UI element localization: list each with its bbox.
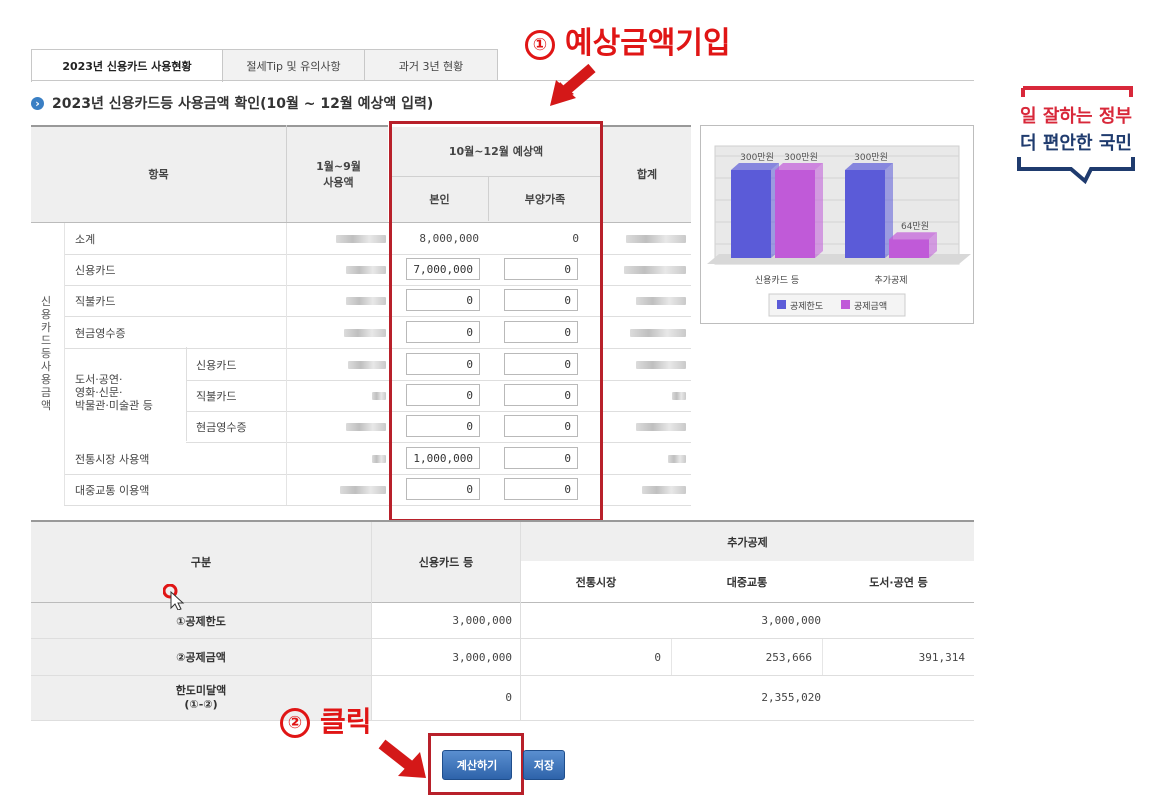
redacted-jan-sep-value bbox=[346, 266, 386, 274]
redacted-total-value bbox=[626, 235, 686, 243]
mouse-cursor-icon bbox=[163, 584, 185, 610]
chart-category-label: 추가공제 bbox=[874, 275, 907, 286]
usage-row-label: 신용카드 bbox=[75, 263, 116, 277]
lower-header-culture: 도서·공연 등 bbox=[823, 562, 974, 602]
row-amount-transit: 253,666 bbox=[765, 651, 812, 664]
legend-label: 공제금액 bbox=[854, 300, 887, 312]
chart-bar bbox=[731, 170, 771, 258]
tab-2023-card-status[interactable]: 2023년 신용카드 사용현황 bbox=[31, 49, 223, 82]
annotation-step1: ① 예상금액기입 bbox=[525, 18, 731, 62]
redacted-jan-sep-value bbox=[336, 235, 386, 243]
highlight-box-input bbox=[389, 121, 603, 522]
usage-row-label: 전통시장 사용액 bbox=[75, 452, 150, 466]
redacted-total-value bbox=[668, 455, 686, 463]
redacted-jan-sep-value bbox=[340, 486, 386, 494]
lower-header-market: 전통시장 bbox=[521, 562, 671, 602]
row-amount-label: ②공제금액 bbox=[31, 639, 371, 675]
side-label: 신용카드등 사용금액 bbox=[40, 295, 52, 412]
tab-tax-tips[interactable]: 절세Tip 및 유의사항 bbox=[222, 49, 365, 81]
legend-label: 공제한도 bbox=[790, 301, 823, 312]
usage-row-label: 대중교통 이용액 bbox=[75, 483, 150, 497]
redacted-jan-sep-value bbox=[344, 329, 386, 337]
legend-swatch bbox=[841, 300, 850, 309]
chart-bar bbox=[845, 170, 885, 258]
row-shortfall-credit: 0 bbox=[505, 691, 512, 704]
section-bullet-icon: › bbox=[31, 96, 44, 110]
usage-row-label: 현금영수증 bbox=[196, 420, 247, 434]
row-amount-credit: 3,000,000 bbox=[452, 651, 512, 664]
redacted-total-value bbox=[672, 392, 686, 400]
chart-bar bbox=[889, 239, 929, 258]
redacted-jan-sep-value bbox=[372, 455, 386, 463]
redacted-total-value bbox=[636, 361, 686, 369]
row-shortfall-additional: 2,355,020 bbox=[761, 691, 821, 704]
chart-bar-top bbox=[889, 232, 937, 240]
chart-bar bbox=[775, 170, 815, 258]
header-item: 항목 bbox=[148, 167, 169, 181]
gov-slogan-logo: 일 잘하는 정부 더 편안한 국민 bbox=[1005, 85, 1147, 185]
chart-data-label: 64만원 bbox=[901, 221, 929, 232]
chart-canvas: 300만원 300만원신용카드 등 300만원 64만원추가공제공제한도 공제금액 bbox=[707, 145, 971, 317]
header-jan-sep: 1월~9월 사용액 bbox=[316, 159, 361, 189]
section-title-text: 2023년 신용카드등 사용금액 확인(10월 ~ 12월 예상액 입력) bbox=[52, 96, 434, 112]
chart-bar-top bbox=[845, 163, 893, 170]
deduction-chart: 300만원 300만원신용카드 등 300만원 64만원추가공제공제한도 공제금액 bbox=[700, 125, 974, 324]
gov-line2: 더 편안한 국민 bbox=[1020, 133, 1132, 154]
step1-number: ① bbox=[525, 29, 555, 60]
culture-group-label: 도서·공연· 영화·신문· 박물관·미술관 등 bbox=[75, 373, 153, 412]
lower-header-credit: 신용카드 등 bbox=[372, 522, 520, 602]
usage-row-label: 현금영수증 bbox=[75, 326, 126, 340]
redacted-total-value bbox=[636, 423, 686, 431]
chart-bar-side bbox=[815, 163, 823, 258]
chart-data-label: 300만원 bbox=[784, 152, 818, 163]
arrow-down-left-icon bbox=[550, 63, 596, 106]
annotation-step2: ② 클릭 bbox=[280, 700, 372, 740]
usage-row-label: 소계 bbox=[75, 232, 96, 246]
gov-line1: 일 잘하는 정부 bbox=[1020, 106, 1132, 127]
tab-divider bbox=[31, 80, 974, 81]
row-amount-market: 0 bbox=[654, 651, 661, 664]
redacted-total-value bbox=[636, 297, 686, 305]
section-title: › 2023년 신용카드등 사용금액 확인(10월 ~ 12월 예상액 입력) bbox=[31, 93, 433, 113]
lower-header-category: 구분 bbox=[31, 522, 371, 602]
row-limit-credit: 3,000,000 bbox=[452, 614, 512, 627]
chart-bar-top bbox=[731, 163, 779, 170]
row-amount-culture: 391,314 bbox=[918, 651, 965, 664]
header-total: 합계 bbox=[636, 167, 658, 181]
row-limit-label: ①공제한도 bbox=[31, 603, 371, 638]
tab-past-3-years[interactable]: 과거 3년 현황 bbox=[364, 49, 498, 81]
step1-text: 예상금액기입 bbox=[565, 26, 731, 61]
save-button[interactable]: 저장 bbox=[523, 750, 565, 780]
redacted-jan-sep-value bbox=[372, 392, 386, 400]
redacted-jan-sep-value bbox=[346, 423, 386, 431]
lower-header-transit: 대중교통 bbox=[672, 562, 822, 602]
usage-row-label: 직불카드 bbox=[196, 389, 237, 403]
tab-bar: 2023년 신용카드 사용현황 절세Tip 및 유의사항 과거 3년 현황 bbox=[31, 49, 498, 82]
chart-bar-top bbox=[775, 163, 823, 170]
redacted-jan-sep-value bbox=[348, 361, 386, 369]
step2-number: ② bbox=[280, 708, 310, 738]
usage-row-label: 신용카드 bbox=[196, 358, 237, 372]
step2-text: 클릭 bbox=[320, 705, 372, 738]
calculate-button[interactable]: 계산하기 bbox=[442, 750, 512, 780]
chart-category-label: 신용카드 등 bbox=[755, 275, 799, 286]
redacted-total-value bbox=[624, 266, 686, 274]
redacted-jan-sep-value bbox=[346, 297, 386, 305]
usage-row-label: 직불카드 bbox=[75, 294, 116, 308]
redacted-total-value bbox=[642, 486, 686, 494]
redacted-total-value bbox=[630, 329, 686, 337]
legend-swatch bbox=[777, 300, 786, 309]
chart-data-label: 300만원 bbox=[740, 152, 774, 163]
arrow-down-right-icon bbox=[378, 739, 426, 778]
chart-data-label: 300만원 bbox=[854, 152, 888, 163]
row-limit-additional: 3,000,000 bbox=[761, 614, 821, 627]
lower-header-additional: 추가공제 bbox=[521, 522, 974, 561]
